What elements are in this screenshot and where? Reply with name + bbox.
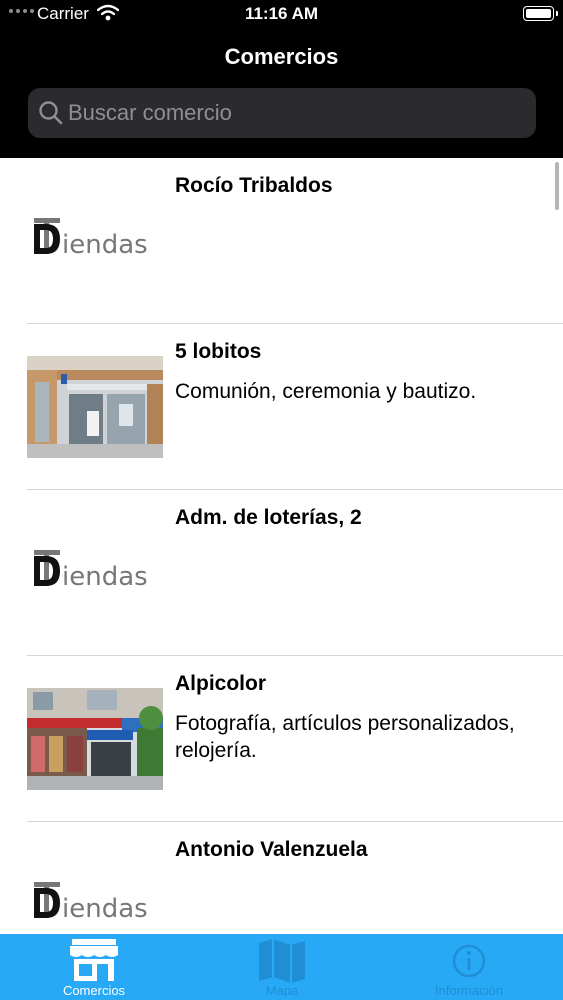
list-item[interactable]: Alpicolor Fotografía, artículos personal… — [0, 656, 563, 822]
shop-name: Antonio Valenzuela — [175, 838, 368, 861]
diendas-logo: iendas — [32, 550, 162, 590]
svg-text:iendas: iendas — [62, 894, 148, 922]
search-icon — [39, 101, 63, 125]
list-item[interactable]: iendas Rocío Tribaldos — [0, 158, 563, 324]
map-icon — [259, 939, 305, 983]
store-icon — [70, 939, 118, 981]
diendas-logo: iendas — [32, 882, 162, 922]
navigation-header: Comercios — [0, 30, 563, 158]
shop-list[interactable]: iendas Rocío Tribaldos 5 lobitos Comunió… — [0, 158, 563, 934]
tab-informacion[interactable]: Información — [375, 934, 563, 1000]
search-input[interactable] — [68, 88, 528, 138]
status-bar: Carrier 11:16 AM — [0, 0, 563, 30]
shop-description: Comunión, ceremonia y bautizo. — [175, 380, 477, 403]
scroll-indicator[interactable] — [555, 162, 559, 210]
svg-text:iendas: iendas — [62, 562, 148, 590]
battery-icon — [523, 6, 558, 21]
list-item[interactable]: iendas Antonio Valenzuela — [0, 822, 563, 934]
list-item[interactable]: 5 lobitos Comunión, ceremonia y bautizo. — [0, 324, 563, 490]
tab-bar: Comercios Mapa Información — [0, 934, 563, 1000]
svg-text:iendas: iendas — [62, 230, 148, 258]
shop-name: Rocío Tribaldos — [175, 174, 333, 197]
shop-name: 5 lobitos — [175, 340, 262, 363]
shop-photo — [27, 356, 163, 458]
list-item[interactable]: iendas Adm. de loterías, 2 — [0, 490, 563, 656]
shop-photo — [27, 688, 163, 790]
info-icon — [452, 944, 486, 978]
tab-label: Información — [435, 983, 503, 998]
shop-name: Alpicolor — [175, 672, 267, 695]
shop-description: Fotografía, artículos personalizados, re… — [175, 712, 515, 762]
shop-name: Adm. de loterías, 2 — [175, 506, 362, 529]
page-title: Comercios — [224, 44, 339, 69]
tab-comercios[interactable]: Comercios — [0, 934, 188, 1000]
search-bar[interactable] — [28, 88, 536, 138]
tab-mapa[interactable]: Mapa — [188, 934, 376, 1000]
diendas-logo: iendas — [32, 218, 162, 258]
status-time: 11:16 AM — [244, 4, 319, 23]
tab-label: Mapa — [265, 983, 299, 998]
tab-label: Comercios — [62, 983, 126, 998]
